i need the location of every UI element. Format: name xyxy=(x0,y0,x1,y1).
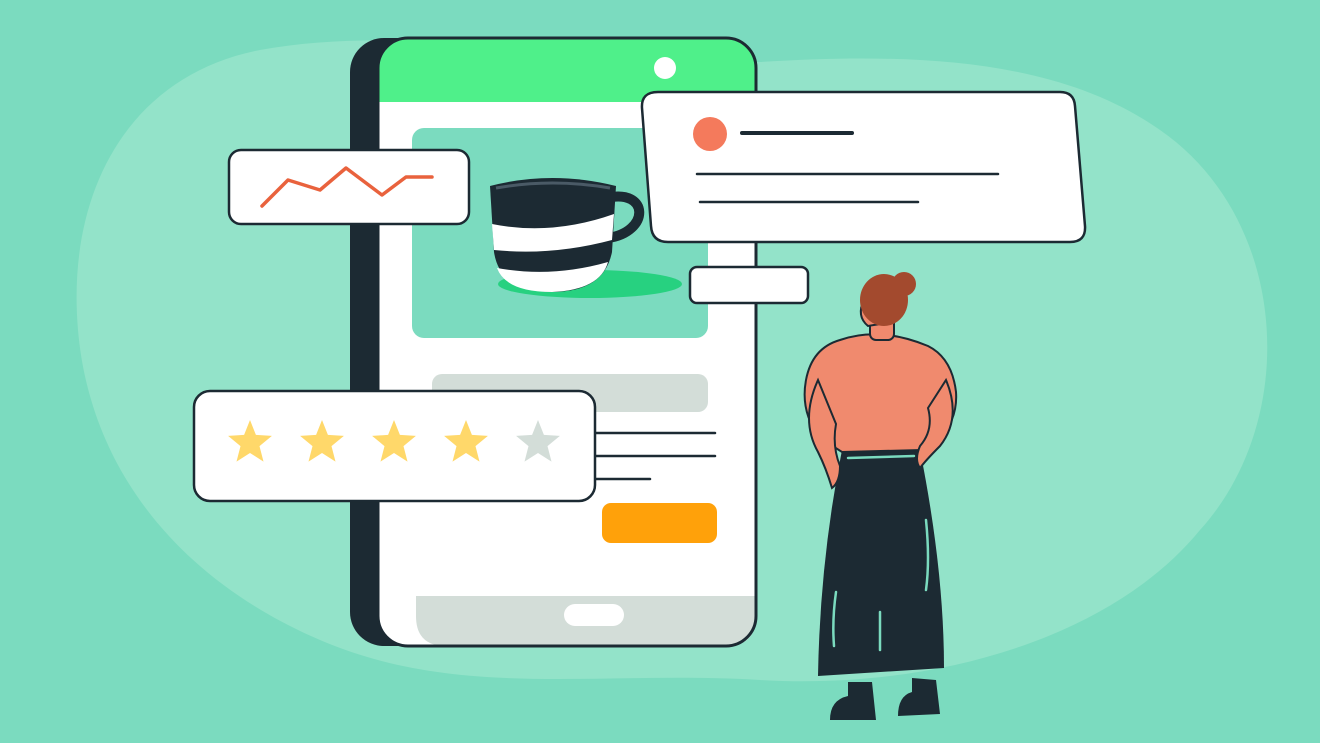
rating-card[interactable] xyxy=(192,389,597,503)
review-card-box xyxy=(640,90,1087,244)
add-to-cart-button[interactable] xyxy=(602,503,717,543)
illustration-scene xyxy=(0,0,1320,743)
hair-bun xyxy=(892,272,916,296)
phone-camera xyxy=(654,57,676,79)
reply-bubble[interactable] xyxy=(688,265,810,305)
trend-card-box xyxy=(227,148,471,226)
user-avatar-icon xyxy=(693,117,727,151)
home-button[interactable] xyxy=(564,604,624,626)
review-card[interactable] xyxy=(640,90,1087,244)
trend-card[interactable] xyxy=(227,148,471,226)
